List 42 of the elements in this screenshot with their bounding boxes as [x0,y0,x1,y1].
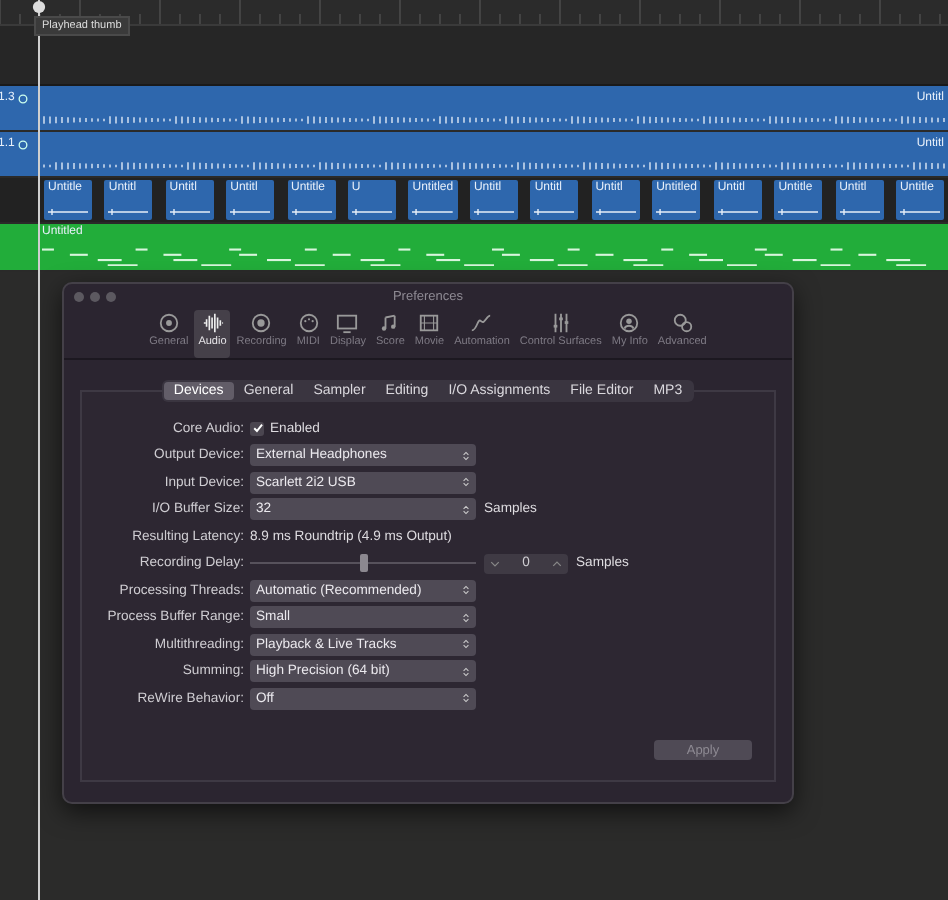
curve-icon [470,312,493,334]
waveform-drawing [595,208,636,216]
waveform-drawing [656,208,697,216]
waveform-drawing [778,208,819,216]
record-icon [250,312,273,334]
chevron-up-down-icon [462,476,470,488]
monitor-icon [336,312,359,334]
waveform-drawing [230,208,271,216]
midi-port-icon [297,312,320,334]
waveform-drawing [169,208,210,216]
waveform-drawing [351,208,392,216]
waveform-drawing [291,208,331,216]
chevron-up-down-icon [462,692,470,704]
waveform-drawing [108,208,149,216]
chevron-up-down-icon [462,665,470,677]
chevron-down-icon [490,559,500,567]
waveform-drawing [48,208,88,216]
circle-icon [18,139,29,149]
film-icon [418,312,441,334]
chevron-up-icon [552,559,562,567]
waveform-drawing [534,208,575,216]
music-notes-icon [379,312,402,334]
waveform-icon [201,312,224,334]
chevron-up-down-icon [462,638,470,650]
chevron-up-down-icon [462,584,470,596]
waveform-drawing [899,208,940,216]
person-icon [618,312,641,334]
checkmark-icon [251,422,263,434]
slider-thumb[interactable] [359,554,367,572]
playhead-line[interactable] [38,0,40,900]
waveform-drawing [412,208,454,216]
waveform-drawing [717,208,758,216]
waveform-drawing [839,208,880,216]
chevron-up-down-icon [462,611,470,623]
waveform-drawing [473,208,514,216]
chevron-up-down-icon [462,449,470,461]
chevron-up-down-icon [462,503,470,515]
playhead-thumb-icon[interactable] [32,0,46,14]
slider-track[interactable] [250,554,476,572]
circle-icon [18,93,29,103]
sliders-icon [549,312,572,334]
gears-icon [671,312,694,334]
